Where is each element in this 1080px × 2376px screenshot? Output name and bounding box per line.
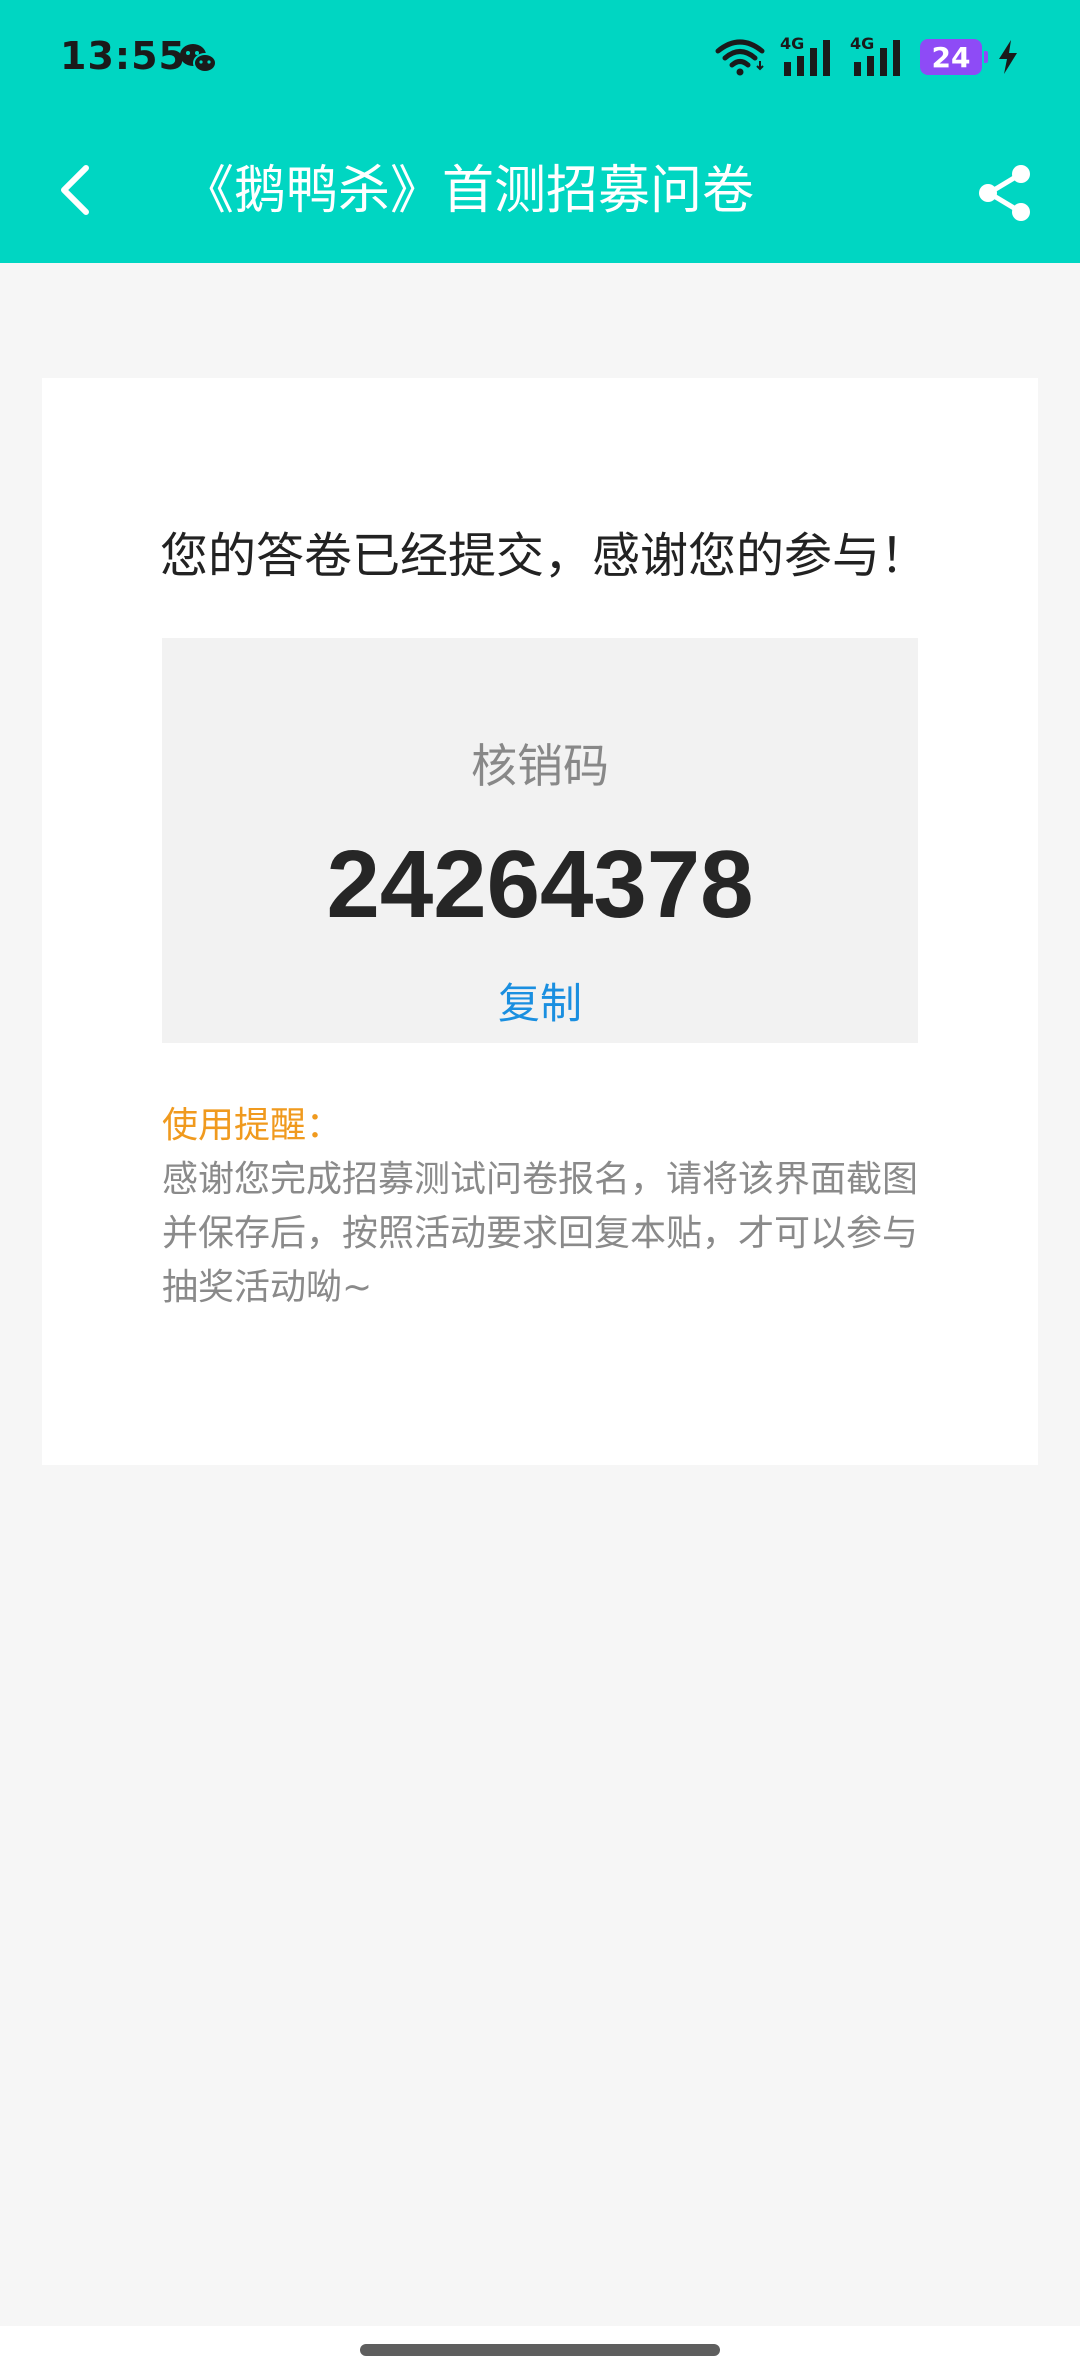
- home-indicator[interactable]: [360, 2344, 720, 2356]
- reminder-title: 使用提醒：: [162, 1105, 343, 1146]
- code-label: 核销码: [471, 739, 609, 793]
- cell-signal-1: 4G: [780, 34, 836, 78]
- status-icons: 4G 4G 24: [714, 34, 1020, 78]
- battery-level: 24: [931, 40, 971, 74]
- verification-code: 24264378: [326, 831, 754, 938]
- share-button[interactable]: [970, 158, 1040, 228]
- cell-signal-2: 4G: [850, 34, 906, 78]
- share-icon: [979, 165, 1030, 221]
- reminder-text: 感谢您完成招募测试问卷报名，请将该界面截图并保存后，按照活动要求回复本贴，才可以…: [162, 1159, 919, 1308]
- wechat-icon: [180, 44, 217, 73]
- lightning-icon: [999, 40, 1017, 74]
- app-bar: 《鹅鸭杀》首测招募问卷: [0, 120, 1080, 263]
- status-bar: 13:55 4G 4G 24: [0, 0, 1080, 120]
- back-button[interactable]: [44, 158, 108, 222]
- signal-bars-icon: [854, 40, 900, 76]
- gesture-nav-bar: [0, 2326, 1080, 2376]
- signal-bars-icon: [784, 40, 830, 76]
- battery-indicator: 24: [920, 39, 988, 75]
- success-message: 您的答卷已经提交，感谢您的参与！: [160, 528, 929, 584]
- result-card: 您的答卷已经提交，感谢您的参与！ 核销码 24264378 复制 使用提醒： 感…: [42, 378, 1038, 1465]
- page-title: 《鹅鸭杀》首测招募问卷: [182, 161, 755, 221]
- status-time: 13:55: [60, 34, 186, 78]
- wifi-icon: [715, 39, 765, 76]
- chevron-left-icon: [61, 165, 89, 215]
- verification-code-box: 核销码 24264378 复制: [162, 638, 918, 1043]
- copy-button[interactable]: 复制: [162, 970, 918, 1031]
